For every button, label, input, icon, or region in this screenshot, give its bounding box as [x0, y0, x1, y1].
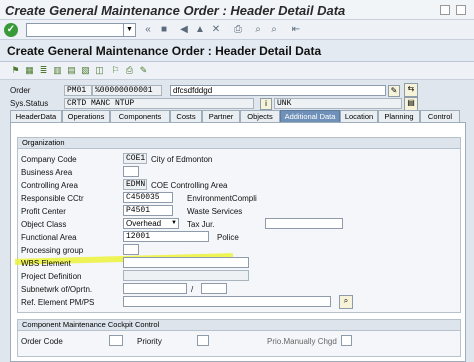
tab-strip: HeaderData Operations Components Costs P…	[10, 110, 470, 122]
order-description-field[interactable]: dfcsdfddgd	[170, 85, 386, 96]
controlling-area-field: EDMN	[123, 179, 147, 190]
close-icon[interactable]	[456, 5, 466, 15]
prio-manually-chgd-label: Prio.Manually Chgd	[267, 337, 337, 346]
project-definition-field	[123, 270, 249, 281]
screen-title: Create General Maintenance Order : Heade…	[7, 44, 322, 58]
functional-area-field[interactable]: 12001	[123, 231, 209, 242]
object-class-value: Overhead	[126, 219, 162, 228]
tab-panel: Organization Company Code COE1 City of E…	[10, 122, 466, 362]
functional-area-label: Functional Area	[21, 233, 77, 242]
controlling-area-label: Controlling Area	[21, 181, 78, 190]
subnetwork-field[interactable]	[123, 283, 187, 294]
release-icon[interactable]: ⚐	[110, 65, 121, 76]
notification-icon[interactable]: ⇆	[404, 83, 418, 97]
profit-center-field[interactable]: P4501	[123, 205, 173, 216]
responsible-cctr-field[interactable]: C450035	[123, 192, 173, 203]
tab-operations[interactable]: Operations	[62, 110, 110, 122]
main-area: Order PM01 %00000000001 dfcsdfddgd ✎ ⇆ S…	[0, 80, 474, 362]
wbs-element-label: WBS Element	[21, 259, 71, 268]
window-title: Create General Maintenance Order : Heade…	[5, 3, 346, 18]
exit-icon[interactable]: ▲	[194, 24, 206, 36]
subnetwork-label: Subnetwrk of/Oprtn.	[21, 285, 93, 294]
processing-group-label: Processing group	[21, 246, 84, 255]
order-code-label: Order Code	[21, 337, 63, 346]
overview-icon[interactable]: ▦	[24, 65, 35, 76]
cockpit-control-group: Component Maintenance Cockpit Control	[17, 319, 461, 357]
prio-manually-chgd-checkbox[interactable]	[341, 335, 352, 346]
priority-field[interactable]	[197, 335, 209, 346]
first-page-icon[interactable]: ⇤	[290, 24, 302, 36]
project-definition-label: Project Definition	[21, 272, 82, 281]
costs-icon[interactable]: ◫	[94, 65, 105, 76]
application-toolbar: ⚑ ▦ ≣ ▥ ▤ ▧ ◫ ⚐ ⎙ ✎	[0, 62, 474, 80]
find-next-icon[interactable]: ⌕	[268, 24, 280, 36]
company-code-text: City of Edmonton	[151, 155, 213, 164]
order-number-field: %00000000001	[92, 85, 162, 96]
ref-element-search-icon[interactable]: ⌕	[339, 295, 353, 309]
window-title-bar: Create General Maintenance Order : Heade…	[0, 0, 474, 20]
tab-partner[interactable]: Partner	[202, 110, 240, 122]
functional-area-text: Police	[217, 233, 239, 242]
command-field[interactable]: ▼	[26, 23, 136, 37]
print-order-icon[interactable]: ⎙	[124, 65, 135, 76]
cancel-icon[interactable]: ✕	[210, 24, 222, 36]
tab-planning[interactable]: Planning	[378, 110, 420, 122]
print-icon[interactable]: ⎙	[232, 24, 244, 36]
order-type-field: PM01	[64, 85, 92, 96]
components-icon[interactable]: ▥	[52, 65, 63, 76]
back-icon[interactable]: «	[142, 24, 154, 36]
tab-costs[interactable]: Costs	[170, 110, 202, 122]
tab-control[interactable]: Control	[420, 110, 460, 122]
schedule-icon[interactable]: ▧	[80, 65, 91, 76]
profit-center-text: Waste Services	[187, 207, 243, 216]
controlling-area-text: COE Controlling Area	[151, 181, 228, 190]
long-text-icon[interactable]: ✎	[388, 85, 400, 97]
processing-group-field[interactable]	[123, 244, 139, 255]
order-code-field[interactable]	[109, 335, 123, 346]
back-arrow-icon[interactable]: ◀	[178, 24, 190, 36]
chevron-down-icon[interactable]: ▼	[123, 24, 135, 36]
cockpit-control-group-title: Component Maintenance Cockpit Control	[18, 320, 460, 331]
object-class-select[interactable]: Overhead ▼	[123, 218, 179, 229]
profit-center-label: Profit Center	[21, 207, 66, 216]
ref-element-label: Ref. Element PM/PS	[21, 298, 95, 307]
order-label: Order	[10, 86, 31, 95]
tab-components[interactable]: Components	[110, 110, 170, 122]
user-status-field: UNK	[274, 98, 402, 109]
find-icon[interactable]: ⌕	[252, 24, 264, 36]
enter-check-icon[interactable]: ✓	[4, 23, 18, 37]
list-icon[interactable]: ≣	[38, 65, 49, 76]
subnetwork-operation-field[interactable]	[201, 283, 227, 294]
save-icon[interactable]: ■	[158, 24, 170, 36]
organization-group-title: Organization	[18, 138, 460, 149]
tax-jur-field[interactable]	[265, 218, 343, 229]
responsible-cctr-label: Responsible CCtr	[21, 194, 84, 203]
priority-label: Priority	[137, 337, 162, 346]
tab-location[interactable]: Location	[340, 110, 378, 122]
wbs-element-field[interactable]	[123, 257, 249, 268]
chevron-down-icon[interactable]: ▼	[171, 219, 177, 228]
screen-title-bar: Create General Maintenance Order : Heade…	[0, 40, 474, 62]
sys-status-label: Sys.Status	[10, 99, 49, 108]
tax-jur-label: Tax Jur.	[187, 220, 215, 229]
settings-icon[interactable]: ✎	[138, 65, 149, 76]
flag-icon[interactable]: ⚑	[10, 65, 21, 76]
company-code-field: COE1	[123, 153, 147, 164]
tab-headerdata[interactable]: HeaderData	[10, 110, 62, 122]
tab-objects[interactable]: Objects	[240, 110, 280, 122]
responsible-cctr-text: EnvironmentCompli	[187, 194, 257, 203]
operations-icon[interactable]: ▤	[66, 65, 77, 76]
business-area-label: Business Area	[21, 168, 73, 177]
ref-element-field[interactable]	[123, 296, 331, 307]
business-area-field[interactable]	[123, 166, 139, 177]
minimize-icon[interactable]	[440, 5, 450, 15]
company-code-label: Company Code	[21, 155, 77, 164]
sys-status-field: CRTD MANC NTUP	[64, 98, 254, 109]
status-info-icon[interactable]: i	[260, 98, 272, 110]
object-class-label: Object Class	[21, 220, 67, 229]
tab-additional-data[interactable]: Additional Data	[280, 110, 340, 122]
system-toolbar: ✓ ▼ « ■ ◀ ▲ ✕ ⎙ ⌕ ⌕ ⇤	[0, 20, 474, 40]
subnetwork-separator: /	[191, 285, 194, 294]
status-details-icon[interactable]: ▤	[404, 97, 418, 111]
